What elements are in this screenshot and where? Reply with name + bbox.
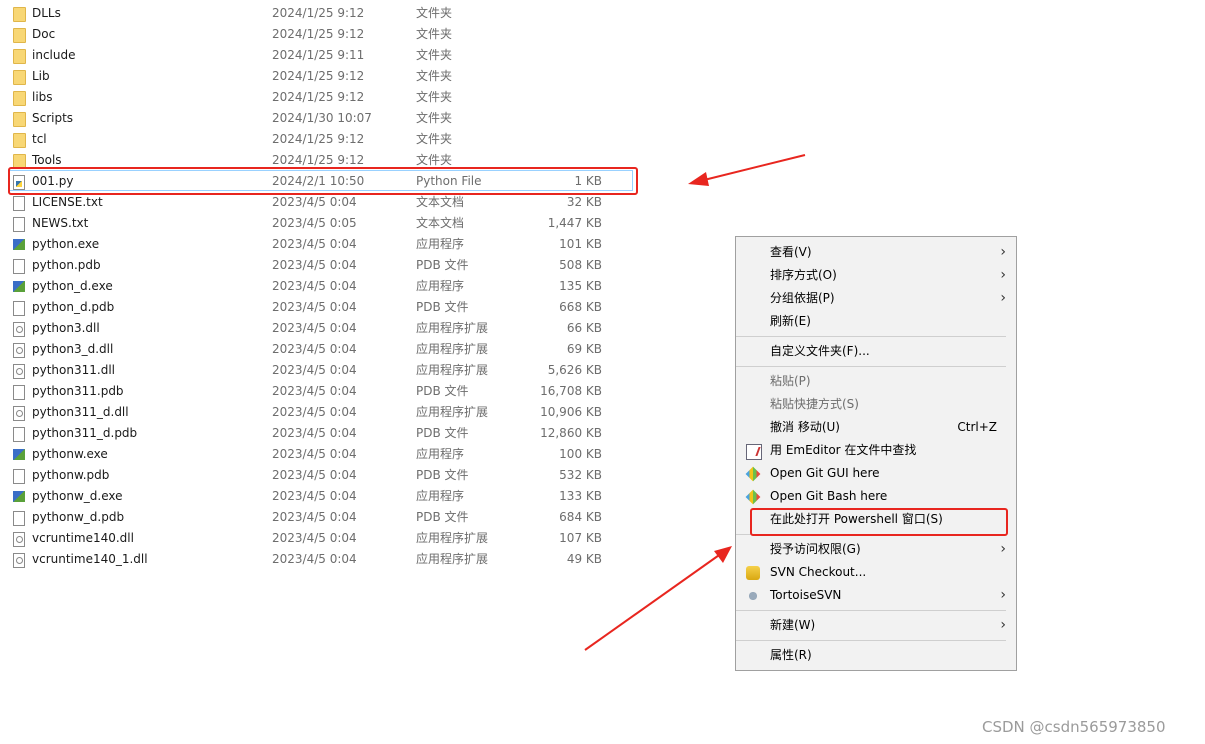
arrow-to-file	[699, 154, 806, 182]
arrowhead-menu-icon	[714, 546, 732, 563]
annotation-arrows	[584, 154, 806, 651]
watermark: CSDN @csdn565973850	[982, 718, 1166, 736]
arrow-to-menu	[584, 552, 723, 651]
arrowhead-file-icon	[688, 172, 709, 186]
